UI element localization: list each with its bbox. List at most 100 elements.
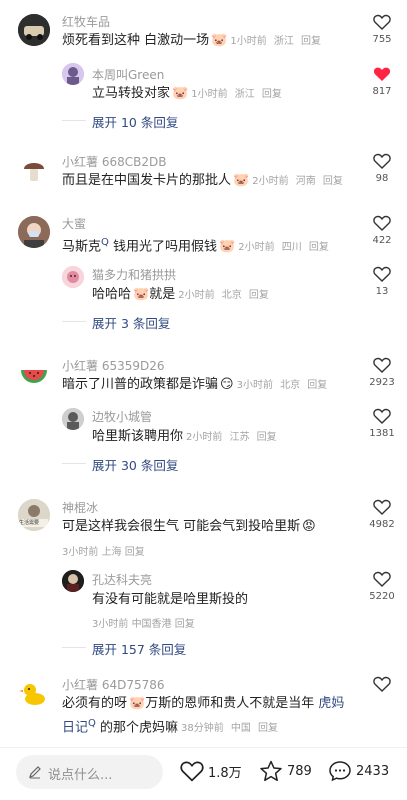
reply-username[interactable]: 本周叫Green bbox=[92, 66, 164, 83]
expand-replies-button[interactable]: 展开 157 条回复 bbox=[92, 639, 186, 658]
like-button[interactable]: 4982 bbox=[362, 499, 402, 530]
reply-link[interactable]: 回复 bbox=[258, 723, 278, 734]
like-button[interactable]: 817 bbox=[362, 66, 402, 97]
reply-location: 中国香港 bbox=[131, 619, 172, 630]
avatar[interactable] bbox=[18, 155, 50, 187]
like-button[interactable]: 98 bbox=[362, 153, 402, 184]
expand-replies-button[interactable]: 展开 30 条回复 bbox=[92, 455, 178, 474]
avatar[interactable] bbox=[18, 677, 50, 709]
post-like-count: 1.8万 bbox=[208, 765, 242, 781]
avatar[interactable] bbox=[62, 63, 84, 85]
comment-text: 必须有的呀 bbox=[62, 696, 128, 711]
comment-username[interactable]: 大蜜 bbox=[62, 215, 86, 232]
expand-replies-button[interactable]: 展开 10 条回复 bbox=[92, 112, 178, 131]
reply-location: 江苏 bbox=[229, 432, 250, 443]
topic-link[interactable]: 虎妈 bbox=[318, 696, 344, 711]
comment-input[interactable]: 说点什么... bbox=[16, 755, 163, 789]
heart-icon bbox=[373, 357, 391, 373]
post-star-count: 789 bbox=[287, 763, 312, 779]
avatar-text: 生活需要 bbox=[19, 520, 40, 526]
divider bbox=[62, 120, 86, 121]
comment-button[interactable]: 2433 bbox=[328, 760, 389, 782]
heart-icon bbox=[373, 408, 391, 424]
like-count: 98 bbox=[375, 173, 389, 184]
comment-bubble-icon bbox=[329, 761, 351, 782]
pig-emoji: 🐷 bbox=[233, 173, 250, 188]
expand-replies-button[interactable]: 展开 3 条回复 bbox=[92, 313, 170, 332]
like-count: 1381 bbox=[369, 428, 395, 439]
comment-location: 中国 bbox=[230, 723, 251, 735]
avatar[interactable] bbox=[18, 216, 50, 248]
heart-icon bbox=[373, 215, 391, 231]
reply-link[interactable]: 回复 bbox=[307, 380, 327, 391]
comment-location: 河南 bbox=[295, 176, 316, 187]
watermelon-icon bbox=[18, 358, 50, 390]
avatar[interactable] bbox=[18, 14, 50, 46]
like-count: 4982 bbox=[369, 519, 395, 530]
comment-location: 浙江 bbox=[273, 36, 294, 47]
reply-body: 哈里斯该聘用你 2小时前 江苏 回复 bbox=[92, 428, 277, 447]
reply-username[interactable]: 孔达科夫亮 bbox=[92, 571, 152, 588]
heart-icon bbox=[373, 499, 391, 515]
reply-link[interactable]: 回复 bbox=[175, 619, 195, 630]
reply-link[interactable]: 回复 bbox=[125, 547, 145, 558]
heart-filled-icon bbox=[373, 67, 391, 81]
reply-text: 立马转投对家 bbox=[92, 86, 171, 101]
like-button[interactable] bbox=[362, 676, 402, 692]
reply-link[interactable]: 回复 bbox=[262, 89, 282, 100]
comment-time: 3小时前 bbox=[236, 380, 273, 391]
comment-username[interactable]: 红牧车品 bbox=[62, 13, 110, 30]
search-icon[interactable]: Q bbox=[101, 237, 109, 248]
post-comment-count: 2433 bbox=[356, 763, 390, 779]
reply-username[interactable]: 边牧小城管 bbox=[92, 408, 152, 425]
like-button[interactable]: 5220 bbox=[362, 571, 402, 602]
collect-button[interactable]: 789 bbox=[259, 760, 312, 782]
reply-link[interactable]: 回复 bbox=[257, 432, 277, 443]
like-button[interactable]: 1381 bbox=[362, 408, 402, 439]
like-button[interactable]: 755 bbox=[362, 14, 402, 45]
comment-location: 北京 bbox=[280, 380, 301, 391]
avatar[interactable] bbox=[62, 266, 84, 288]
search-icon[interactable]: Q bbox=[88, 718, 96, 729]
avatar[interactable]: 生活需要 bbox=[18, 499, 50, 531]
pen-icon bbox=[29, 766, 41, 779]
angry-emoji: 😡 bbox=[302, 519, 316, 534]
like-button[interactable]: 13 bbox=[362, 266, 402, 297]
divider bbox=[62, 647, 86, 648]
like-count: 13 bbox=[375, 286, 389, 297]
comment-text: 马斯克 bbox=[62, 239, 102, 255]
comment-username[interactable]: 小红薯 668CB2DB bbox=[62, 153, 166, 170]
reply-username[interactable]: 猫多力和猪拱拱 bbox=[92, 266, 176, 283]
reply-link[interactable]: 回复 bbox=[323, 176, 343, 187]
comment-username[interactable]: 小红薯 65359D26 bbox=[62, 357, 165, 374]
heart-icon bbox=[180, 761, 204, 782]
like-post-button[interactable]: 1.8万 bbox=[180, 760, 242, 782]
reply-body: 有没有可能就是哈里斯投的 bbox=[92, 591, 248, 609]
comment-meta: 3小时前 上海 回复 bbox=[62, 543, 145, 558]
comment-location: 四川 bbox=[281, 242, 302, 254]
comment-text: 可是这样我会很生气 可能会气到投哈里斯 bbox=[62, 519, 301, 534]
bottom-action-bar: 说点什么... 1.8万 789 2433 bbox=[0, 747, 407, 800]
reply-link[interactable]: 回复 bbox=[249, 290, 269, 301]
avatar[interactable] bbox=[62, 408, 84, 430]
like-button[interactable]: 422 bbox=[362, 215, 402, 246]
reply-time: 1小时前 bbox=[191, 89, 228, 100]
comment-username[interactable]: 神棍冰 bbox=[62, 499, 98, 516]
duck-icon bbox=[18, 677, 50, 709]
comment-body: 暗示了川普的政策都是诈骗 😏 3小时前 北京 回复 bbox=[62, 376, 327, 395]
topic-link[interactable]: 日记 bbox=[62, 720, 88, 735]
pig-emoji: 🐷 bbox=[219, 239, 236, 255]
reply-time: 3小时前 bbox=[92, 619, 129, 630]
like-count: 5220 bbox=[369, 591, 395, 602]
comment-username[interactable]: 小红薯 64D75786 bbox=[62, 676, 165, 693]
reply-link[interactable]: 回复 bbox=[301, 36, 321, 47]
comment-body-line2: 日记Q 的那个虎妈嘛 38分钟前 中国 回复 bbox=[62, 715, 278, 738]
pig-emoji: 🐷 bbox=[129, 696, 146, 711]
reply-text: 有没有可能就是哈里斯投的 bbox=[92, 592, 249, 607]
like-button[interactable]: 2923 bbox=[362, 357, 402, 388]
comment-time: 1小时前 bbox=[230, 36, 267, 47]
reply-link[interactable]: 回复 bbox=[309, 242, 329, 253]
comment-text: 烦死看到这种 白激动一场 bbox=[62, 33, 210, 48]
avatar[interactable] bbox=[62, 570, 84, 592]
avatar[interactable] bbox=[18, 358, 50, 390]
